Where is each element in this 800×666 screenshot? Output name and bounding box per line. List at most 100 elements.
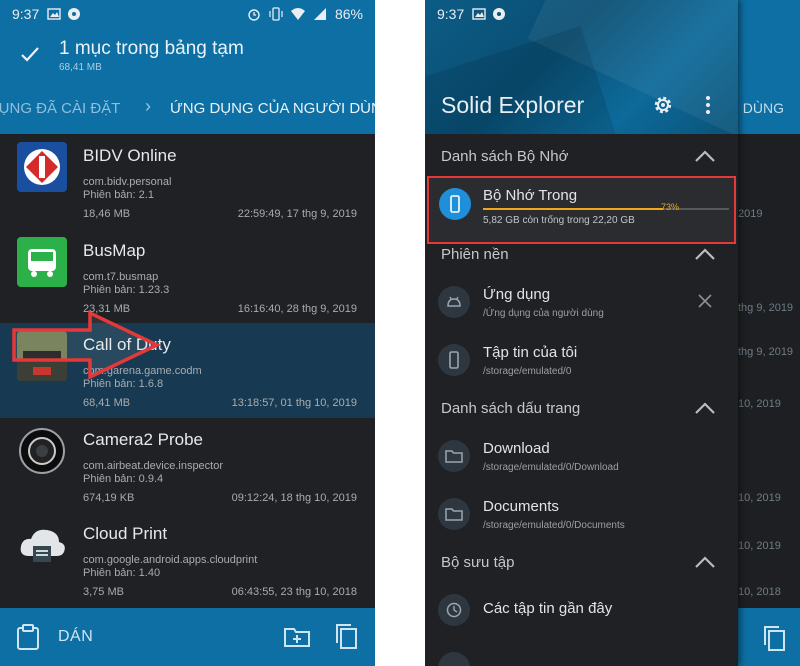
internal-storage-item[interactable]: Bộ Nhớ Trong 73% 5,82 GB còn trống trong… — [427, 176, 736, 244]
background-date: 2019 — [738, 208, 763, 220]
chevron-up-icon[interactable] — [694, 554, 716, 570]
session-item-my-files[interactable]: Tập tin của tôi /storage/emulated/0 — [425, 332, 738, 390]
history-icon — [438, 594, 470, 626]
paste-button[interactable]: DÁN — [58, 628, 93, 646]
breadcrumb-installed-apps[interactable]: G DỤNG ĐÃ CÀI ĐẶT — [0, 100, 120, 117]
app-size: 3,75 MB — [83, 586, 124, 598]
app-package: com.bidv.personal — [83, 176, 172, 188]
chevron-up-icon[interactable] — [694, 400, 716, 416]
bidv-icon — [17, 142, 67, 192]
item-path: /storage/emulated/0/Documents — [483, 520, 625, 531]
app-name: BIDV Online — [83, 146, 177, 165]
signal-icon — [313, 8, 326, 20]
section-bookmarks[interactable]: Danh sách dấu trang — [425, 392, 738, 426]
copy-icon — [764, 626, 785, 651]
item-title: Download — [483, 440, 550, 457]
image-notification-icon — [47, 8, 61, 20]
status-bar: 9:37 86% — [0, 0, 375, 28]
app-name: Camera2 Probe — [83, 429, 204, 449]
clipboard-size: 68,41 MB — [59, 62, 102, 73]
storage-progress-bar — [483, 208, 729, 210]
phone-icon — [439, 188, 471, 220]
app-date: 22:59:49, 17 thg 9, 2019 — [237, 208, 357, 220]
section-collections[interactable]: Bộ sưu tập — [425, 546, 738, 580]
item-path: /storage/emulated/0 — [483, 366, 572, 377]
app-title: Solid Explorer — [441, 92, 585, 118]
section-title: Bộ sưu tập — [441, 554, 515, 571]
item-title: Documents — [483, 498, 559, 515]
folder-icon — [438, 440, 470, 472]
storage-percent: 73% — [661, 202, 680, 212]
app-version: Phiên bản: 2.1 — [83, 189, 154, 201]
phone-icon — [438, 344, 470, 376]
copy-icon[interactable] — [334, 623, 358, 649]
clipboard-icon[interactable] — [16, 624, 40, 650]
chevron-up-icon[interactable] — [694, 148, 716, 164]
app-version: Phiên bản: 1.23.3 — [83, 283, 170, 296]
camera-lens-icon — [17, 425, 67, 476]
status-time: 9:37 — [12, 6, 40, 22]
busmap-icon — [17, 236, 67, 287]
collection-item-recent[interactable]: Các tập tin gần đây — [425, 582, 738, 640]
list-item[interactable]: Cloud Print com.google.android.apps.clou… — [0, 512, 375, 607]
folder-icon — [438, 498, 470, 530]
section-title: Danh sách dấu trang — [441, 400, 581, 417]
app-date: 09:12:24, 18 thg 10, 2019 — [231, 491, 357, 504]
wifi-icon — [290, 8, 305, 20]
more-vert-icon[interactable] — [703, 93, 713, 117]
app-version: Phiên bản: 0.9.4 — [83, 472, 164, 485]
section-storage[interactable]: Danh sách Bộ Nhớ — [425, 140, 738, 174]
item-title: Ứng dụng — [483, 286, 551, 303]
image-notification-icon — [472, 8, 486, 20]
app-size: 68,41 MB — [83, 397, 131, 409]
item-title: Tập tin của tôi — [483, 344, 578, 361]
item-title: Các tập tin gần đây — [483, 600, 613, 617]
bookmark-item-documents[interactable]: Documents /storage/emulated/0/Documents — [425, 486, 738, 544]
section-title: Danh sách Bộ Nhớ — [441, 148, 569, 165]
clipboard-bar: 1 mục trong bảng tạm 68,41 MB — [0, 28, 375, 84]
status-time: 9:37 — [437, 6, 465, 22]
background-date: 10, 2019 — [738, 492, 781, 504]
red-arrow-annotation — [12, 310, 162, 380]
bookmark-item-download[interactable]: Download /storage/emulated/0/Download — [425, 428, 738, 486]
storage-detail: 5,82 GB còn trống trong 22,20 GB — [483, 215, 635, 226]
vibrate-icon — [269, 7, 283, 21]
background-date: 10, 2019 — [738, 398, 781, 410]
soccer-ball-icon — [493, 8, 506, 20]
right-phone-screen: I DÙNG 2019 thg 9, 2019 thg 9, 2019 10, … — [425, 0, 800, 666]
storage-progress-fill — [483, 208, 663, 210]
list-item[interactable]: BusMap com.t7.busmap Phiên bản: 1.23.3 2… — [0, 228, 375, 323]
background-tab-fragment: I DÙNG — [735, 100, 784, 116]
section-sessions[interactable]: Phiên nền — [425, 238, 738, 272]
close-icon[interactable] — [698, 294, 712, 308]
collection-item-next[interactable] — [425, 640, 738, 666]
storage-title: Bộ Nhớ Trong — [483, 187, 578, 204]
app-package: com.t7.busmap — [83, 270, 159, 283]
breadcrumb-user-apps[interactable]: ỨNG DỤNG CỦA NGƯỜI DÙNG — [170, 100, 375, 117]
section-title: Phiên nền — [441, 246, 509, 263]
paste-bar: DÁN — [0, 608, 375, 666]
check-icon[interactable] — [18, 42, 42, 66]
item-path: /Ứng dụng của người dùng — [483, 308, 604, 319]
list-item[interactable]: Camera2 Probe com.airbeat.device.inspect… — [0, 417, 375, 512]
app-package: com.airbeat.device.inspector — [83, 459, 224, 472]
app-date: 13:18:57, 01 thg 10, 2019 — [231, 397, 357, 409]
new-folder-icon[interactable] — [284, 625, 310, 647]
session-item-apps[interactable]: Ứng dụng /Ứng dụng của người dùng — [425, 274, 738, 332]
navigation-drawer: Solid Explorer 9:37 Danh sách Bộ Nhớ Bộ … — [425, 0, 738, 666]
alarm-icon — [248, 9, 260, 21]
app-version: Phiên bản: 1.40 — [83, 567, 161, 579]
left-phone-screen: 9:37 86% 1 mục trong bảng tạm 68,41 MB G… — [0, 0, 375, 666]
collection-icon — [438, 652, 470, 666]
list-item[interactable]: BIDV Online com.bidv.personal Phiên bản:… — [0, 134, 375, 229]
chevron-up-icon[interactable] — [694, 246, 716, 262]
background-date: thg 9, 2019 — [738, 346, 794, 358]
app-name: BusMap — [83, 240, 146, 260]
gear-icon[interactable] — [651, 93, 675, 117]
status-right-group: 86% — [247, 6, 363, 22]
background-date: 10, 2019 — [738, 540, 781, 552]
background-date: thg 9, 2019 — [738, 302, 794, 314]
app-size: 18,46 MB — [83, 208, 131, 220]
chevron-right-icon: › — [145, 96, 151, 116]
app-size: 674,19 KB — [83, 491, 135, 504]
